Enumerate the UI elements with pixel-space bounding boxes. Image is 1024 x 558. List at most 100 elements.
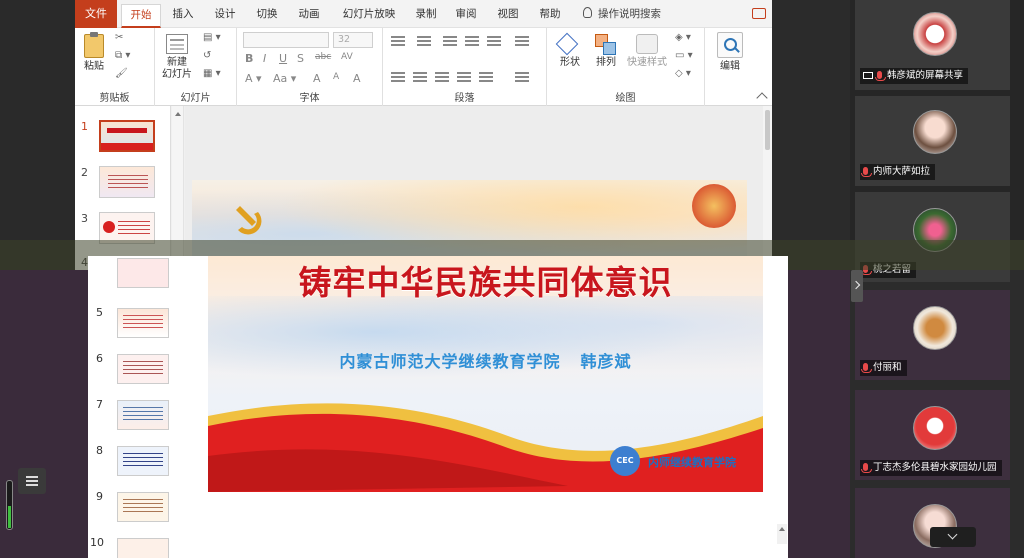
align-left-icon[interactable] [391, 72, 405, 82]
arrange-button[interactable]: 排列 [591, 34, 621, 69]
decrease-indent-icon[interactable] [443, 36, 457, 46]
clear-format-button[interactable]: A [353, 72, 361, 85]
reset-icon[interactable]: ↺ [203, 50, 211, 61]
participant-name: 韩彦斌的屏幕共享 [887, 70, 964, 81]
strikethrough-button[interactable]: abc [315, 52, 331, 62]
group-label: 幻灯片 [180, 93, 211, 104]
shapes-icon [559, 34, 581, 54]
thumb-text-lines [123, 315, 163, 331]
italic-button[interactable]: I [263, 52, 266, 65]
tell-me-label: 操作说明搜索 [598, 8, 661, 20]
participant-tile[interactable]: 丁志杰多伦县碧水家园幼儿园 [855, 390, 1010, 480]
group-label: 绘图 [615, 93, 636, 104]
align-center-icon[interactable] [413, 72, 427, 82]
panel-collapse-toggle[interactable] [851, 270, 863, 302]
cut-icon[interactable]: ✂ [115, 32, 123, 43]
thumbnail-number: 5 [96, 306, 103, 319]
thumb-text-lines [108, 175, 148, 189]
tab-design[interactable]: 设计 [209, 0, 241, 28]
comments-icon[interactable] [752, 8, 766, 19]
slide-thumbnail[interactable] [99, 166, 155, 198]
shadow-button[interactable]: S [297, 52, 304, 65]
clipboard-icon [84, 32, 104, 58]
change-case-button[interactable]: Aa ▾ [273, 72, 296, 85]
smartart-icon[interactable] [515, 72, 529, 82]
copy-icon[interactable]: ⧉ ▾ [115, 50, 130, 61]
slide-scrollbar[interactable] [777, 524, 787, 544]
editing-button[interactable]: 编辑 [715, 32, 745, 73]
participant-tile[interactable]: 付丽和 [855, 290, 1010, 380]
text-direction-icon[interactable] [515, 36, 529, 46]
tell-me-search[interactable]: 操作说明搜索 [583, 0, 661, 28]
arrange-icon [595, 34, 617, 55]
party-emblem-icon [230, 202, 264, 236]
participant-name-tag: 韩彦斌的屏幕共享 [860, 68, 969, 84]
thumb-text-lines [123, 407, 163, 423]
align-right-icon[interactable] [435, 72, 449, 82]
tab-help[interactable]: 帮助 [535, 0, 565, 28]
tab-review[interactable]: 审阅 [451, 0, 481, 28]
editing-label: 编辑 [720, 61, 740, 72]
tab-record[interactable]: 录制 [411, 0, 441, 28]
group-label: 段落 [454, 93, 475, 104]
font-color-button[interactable]: A ▾ [245, 72, 262, 85]
participant-tile[interactable]: 韩彦斌的屏幕共享 [855, 0, 1010, 90]
font-size-field[interactable]: 32 [333, 32, 373, 48]
tab-insert[interactable]: 插入 [167, 0, 199, 28]
participant-tile[interactable] [855, 488, 1010, 558]
increase-indent-icon[interactable] [465, 36, 479, 46]
paste-button[interactable]: 粘贴 [81, 32, 107, 73]
justify-icon[interactable] [457, 72, 471, 82]
section-icon[interactable]: ▦ ▾ [203, 68, 221, 79]
shrink-font-button[interactable]: A [333, 72, 339, 82]
slide-thumbnail[interactable] [117, 308, 169, 338]
participant-name: 内师大萨如拉 [873, 166, 931, 177]
tab-home[interactable]: 开始 [121, 4, 161, 28]
bold-button[interactable]: B [245, 52, 253, 65]
quick-styles-button[interactable]: 快速样式 [625, 34, 669, 69]
slide-thumbnail[interactable] [117, 258, 169, 288]
group-editing: 编辑 [705, 28, 755, 106]
shape-fill-icon[interactable]: ◈ ▾ [675, 32, 691, 43]
screen-share-icon [863, 72, 873, 79]
thumbnail-number: 1 [81, 120, 88, 133]
font-name-field[interactable] [243, 32, 329, 48]
tab-animations[interactable]: 动画 [293, 0, 325, 28]
underline-button[interactable]: U [279, 52, 287, 65]
slide-thumbnail[interactable] [99, 120, 155, 152]
slide-thumbnail[interactable] [117, 354, 169, 384]
layout-icon[interactable]: ▤ ▾ [203, 32, 221, 43]
slide-thumbnail[interactable] [117, 446, 169, 476]
tab-slideshow[interactable]: 幻灯片放映 [337, 0, 401, 28]
bullets-icon[interactable] [391, 36, 405, 46]
line-spacing-icon[interactable] [487, 36, 501, 46]
list-menu-icon[interactable] [18, 468, 46, 494]
thumb-emblem [103, 221, 115, 233]
avatar [913, 12, 957, 56]
shapes-label: 形状 [560, 57, 580, 68]
numbering-icon[interactable] [417, 36, 431, 46]
shape-outline-icon[interactable]: ▭ ▾ [675, 50, 693, 61]
columns-icon[interactable] [479, 72, 493, 82]
slide-thumbnail[interactable] [117, 400, 169, 430]
tab-file[interactable]: 文件 [75, 0, 117, 28]
tab-transitions[interactable]: 切换 [251, 0, 283, 28]
slide-thumbnail[interactable] [117, 538, 169, 558]
char-spacing-button[interactable]: AV [341, 52, 353, 62]
group-drawing: 形状 排列 快速样式 ◈ ▾ ▭ ▾ ◇ ▾ 绘图 [547, 28, 705, 106]
shape-effects-icon[interactable]: ◇ ▾ [675, 68, 691, 79]
grow-font-button[interactable]: A [313, 72, 321, 85]
collapse-ribbon-icon[interactable] [756, 92, 768, 104]
new-slide-label: 幻灯片 [162, 69, 192, 80]
tab-view[interactable]: 视图 [493, 0, 523, 28]
thumbnail-number: 10 [90, 536, 104, 549]
format-painter-icon[interactable]: 🖌 [115, 68, 128, 79]
slide-thumbnail[interactable] [117, 492, 169, 522]
quick-styles-label: 快速样式 [627, 57, 667, 68]
mic-muted-icon [861, 463, 872, 473]
participant-tile[interactable]: 内师大萨如拉 [855, 96, 1010, 186]
shapes-button[interactable]: 形状 [555, 34, 585, 69]
new-slide-button[interactable]: 新建 幻灯片 [157, 34, 197, 81]
participant-name: 付丽和 [873, 362, 902, 373]
participants-scroll-down-button[interactable] [930, 527, 976, 547]
